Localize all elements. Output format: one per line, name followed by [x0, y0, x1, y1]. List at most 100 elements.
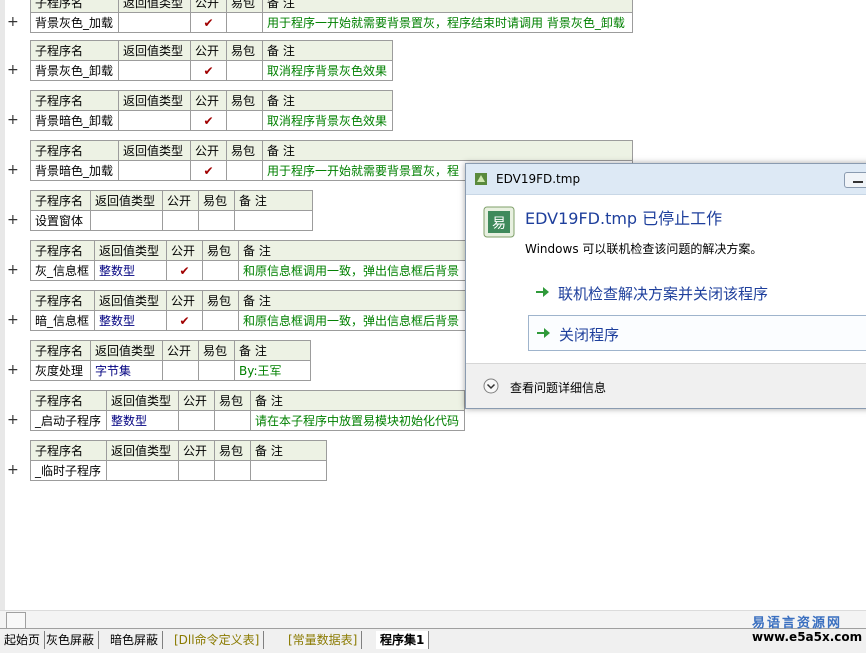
expand-plus-icon[interactable]: + [7, 413, 19, 427]
return-type-cell[interactable] [118, 110, 191, 131]
return-type-cell[interactable]: 整数型 [106, 410, 179, 431]
scroll-left-button[interactable] [6, 612, 26, 629]
public-cell[interactable] [178, 410, 215, 431]
return-type-cell[interactable] [118, 60, 191, 81]
subroutine-block: 子程序名 返回值类型 公开 易包备 注设置窗体 [30, 190, 313, 231]
easy-package-cell[interactable] [202, 260, 239, 281]
tab-5[interactable]: 程序集1 [376, 631, 430, 649]
public-cell[interactable] [178, 460, 215, 481]
table-row[interactable]: 背景暗色_卸载 ✔ 取消程序背景灰色效果 [30, 110, 393, 131]
expand-plus-icon[interactable]: + [7, 113, 19, 127]
note-cell[interactable] [250, 460, 327, 481]
header-name: 子程序名 [30, 290, 95, 311]
note-cell[interactable]: 和原信息框调用一致，弹出信息框后背景 [238, 310, 469, 331]
sub-name-cell[interactable]: _启动子程序 [30, 410, 107, 431]
expand-plus-icon[interactable]: + [7, 63, 19, 77]
table-row[interactable]: _临时子程序 [30, 460, 327, 481]
public-cell[interactable]: ✔ [190, 160, 227, 181]
table-row[interactable]: 背景灰色_加载 ✔ 用于程序一开始就需要背景置灰，程序结束时请调用 背景灰色_卸载 [30, 12, 633, 33]
sub-name-cell[interactable]: 暗_信息框 [30, 310, 95, 331]
expand-plus-icon[interactable]: + [7, 163, 19, 177]
horizontal-scrollbar[interactable] [0, 610, 866, 629]
table-header-row: 子程序名 返回值类型 公开 易包备 注 [30, 390, 465, 411]
public-cell[interactable]: ✔ [190, 110, 227, 131]
header-name: 子程序名 [30, 140, 119, 161]
note-cell[interactable]: By:王军 [234, 360, 311, 381]
dialog-titlebar[interactable]: EDV19FD.tmp [466, 164, 866, 195]
note-cell[interactable]: 用于程序一开始就需要背景置灰，程序结束时请调用 背景灰色_卸载 [262, 12, 633, 33]
error-dialog[interactable]: EDV19FD.tmp 易 EDV19FD.tmp 已停止工作 Windows … [465, 163, 866, 409]
easy-package-cell[interactable] [226, 12, 263, 33]
view-details-link[interactable]: 查看问题详细信息 [510, 379, 606, 396]
table-row[interactable]: 灰度处理 字节集 By:王军 [30, 360, 311, 381]
return-type-cell[interactable]: 整数型 [94, 260, 167, 281]
public-cell[interactable]: ✔ [190, 60, 227, 81]
return-type-cell[interactable]: 整数型 [94, 310, 167, 331]
header-public: 公开 [190, 40, 227, 61]
easy-package-cell[interactable] [226, 60, 263, 81]
public-cell[interactable] [162, 360, 199, 381]
sub-name-cell[interactable]: 背景暗色_卸载 [30, 110, 119, 131]
header-public: 公开 [190, 0, 227, 13]
subroutine-table: 子程序名 返回值类型 公开 易包备 注背景灰色_加载 ✔ 用于程序一开始就需要背景置灰，程… [30, 0, 633, 33]
header-public: 公开 [190, 140, 227, 161]
public-cell[interactable] [162, 210, 199, 231]
table-row[interactable]: 暗_信息框 整数型 ✔ 和原信息框调用一致，弹出信息框后背景 [30, 310, 469, 331]
expand-plus-icon[interactable]: + [7, 213, 19, 227]
chevron-down-icon[interactable] [483, 378, 499, 394]
sub-name-cell[interactable]: 背景暗色_加载 [30, 160, 119, 181]
return-type-cell[interactable] [118, 160, 191, 181]
subroutine-block: 子程序名 返回值类型 公开 易包备 注背景灰色_加载 ✔ 用于程序一开始就需要背景置灰，程… [30, 0, 633, 33]
header-name: 子程序名 [30, 0, 119, 13]
header-name: 子程序名 [30, 190, 91, 211]
return-type-cell[interactable]: 字节集 [90, 360, 163, 381]
header-name: 子程序名 [30, 440, 107, 461]
expand-plus-icon[interactable]: + [7, 15, 19, 29]
public-cell[interactable]: ✔ [166, 260, 203, 281]
tab-2[interactable]: 暗色屏蔽 [106, 631, 164, 649]
note-cell[interactable]: 取消程序背景灰色效果 [262, 60, 393, 81]
easy-package-cell[interactable] [226, 110, 263, 131]
easy-package-cell[interactable] [202, 310, 239, 331]
sub-name-cell[interactable]: 背景灰色_加载 [30, 12, 119, 33]
table-row[interactable]: _启动子程序 整数型 请在本子程序中放置易模块初始化代码 [30, 410, 465, 431]
return-type-cell[interactable] [90, 210, 163, 231]
site-watermark-name: 易语言资源网 [752, 616, 843, 631]
tab-0[interactable]: 起始页 [0, 631, 46, 649]
subroutine-table: 子程序名 返回值类型 公开 易包备 注灰度处理 字节集 By:王军 [30, 340, 311, 381]
check-online-label: 联机检查解决方案并关闭该程序 [558, 285, 769, 303]
expand-plus-icon[interactable]: + [7, 263, 19, 277]
close-program-option[interactable]: 关闭程序 [528, 315, 866, 351]
sub-name-cell[interactable]: 背景灰色_卸载 [30, 60, 119, 81]
expand-plus-icon[interactable]: + [7, 313, 19, 327]
sub-name-cell[interactable]: 灰度处理 [30, 360, 91, 381]
expand-plus-icon[interactable]: + [7, 363, 19, 377]
easy-package-cell[interactable] [198, 360, 235, 381]
note-cell[interactable]: 和原信息框调用一致，弹出信息框后背景 [238, 260, 469, 281]
tab-3[interactable]: [Dll命令定义表] [170, 631, 265, 649]
public-cell[interactable]: ✔ [166, 310, 203, 331]
tab-4[interactable]: [常量数据表] [284, 631, 363, 649]
subroutine-block: 子程序名 返回值类型 公开 易包备 注灰_信息框 整数型 ✔ 和原信息框调用一致，弹出信息框… [30, 240, 469, 281]
table-row[interactable]: 设置窗体 [30, 210, 313, 231]
note-cell[interactable]: 请在本子程序中放置易模块初始化代码 [250, 410, 465, 431]
subroutine-table: 子程序名 返回值类型 公开 易包备 注背景灰色_卸载 ✔ 取消程序背景灰色效果 [30, 40, 393, 81]
sub-name-cell[interactable]: _临时子程序 [30, 460, 107, 481]
table-row[interactable]: 灰_信息框 整数型 ✔ 和原信息框调用一致，弹出信息框后背景 [30, 260, 469, 281]
sub-name-cell[interactable]: 灰_信息框 [30, 260, 95, 281]
expand-plus-icon[interactable]: + [7, 463, 19, 477]
return-type-cell[interactable] [106, 460, 179, 481]
note-cell[interactable] [234, 210, 313, 231]
public-cell[interactable]: ✔ [190, 12, 227, 33]
return-type-cell[interactable] [118, 12, 191, 33]
check-online-option[interactable]: 联机检查解决方案并关闭该程序 [528, 275, 866, 309]
sub-name-cell[interactable]: 设置窗体 [30, 210, 91, 231]
easy-package-cell[interactable] [214, 460, 251, 481]
minimize-button[interactable] [844, 172, 866, 188]
tab-1[interactable]: 灰色屏蔽 [42, 631, 100, 649]
table-row[interactable]: 背景灰色_卸载 ✔ 取消程序背景灰色效果 [30, 60, 393, 81]
note-cell[interactable]: 取消程序背景灰色效果 [262, 110, 393, 131]
easy-package-cell[interactable] [214, 410, 251, 431]
easy-package-cell[interactable] [226, 160, 263, 181]
easy-package-cell[interactable] [198, 210, 235, 231]
